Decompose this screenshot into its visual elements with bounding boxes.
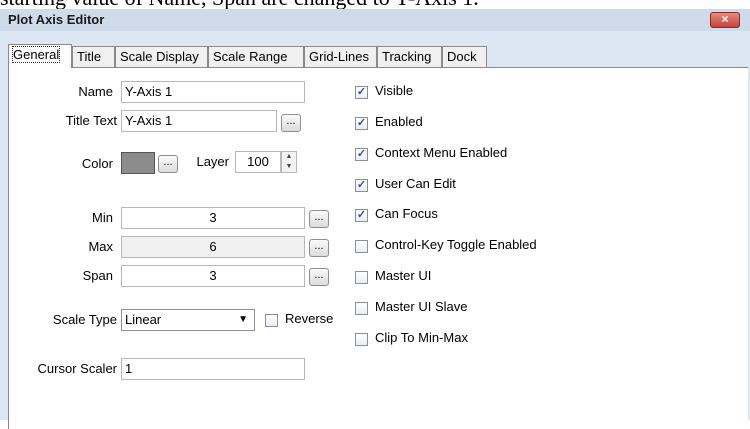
master-ui-slave-checkbox[interactable]: [355, 302, 368, 315]
reverse-label: Reverse: [285, 311, 334, 326]
dropdown-arrow-icon: ▼: [238, 314, 248, 325]
cursor-scaler-label: Cursor Scaler: [37, 361, 117, 376]
name-field[interactable]: Y-Axis 1: [121, 81, 305, 103]
user-can-edit-label: User Can Edit: [375, 176, 456, 191]
min-label: Min: [92, 210, 113, 225]
max-browse-button[interactable]: ...: [309, 239, 329, 257]
reverse-checkbox[interactable]: [265, 314, 278, 327]
clip-to-min-max-label: Clip To Min-Max: [375, 330, 468, 345]
max-field: 6: [121, 236, 305, 258]
spin-down-icon[interactable]: ▼: [282, 162, 296, 172]
scale-type-label: Scale Type: [52, 312, 117, 327]
min-field[interactable]: 3: [121, 207, 305, 229]
window-title: Plot Axis Editor: [8, 12, 105, 27]
context-menu-enabled-checkbox[interactable]: ✓: [355, 148, 368, 161]
context-menu-enabled-label: Context Menu Enabled: [375, 145, 508, 160]
close-button[interactable]: ×: [710, 12, 740, 28]
layer-spinner[interactable]: ▲ ▼: [281, 151, 297, 173]
name-label: Name: [78, 84, 113, 99]
title-bar: Plot Axis Editor ×: [0, 9, 750, 31]
layer-label: Layer: [196, 154, 229, 169]
title-text-field[interactable]: Y-Axis 1: [121, 110, 277, 132]
title-text-label: Title Text: [65, 113, 117, 128]
color-browse-button[interactable]: ...: [158, 155, 178, 173]
user-can-edit-checkbox[interactable]: ✓: [355, 179, 368, 192]
span-field[interactable]: 3: [121, 265, 305, 287]
tab-dock[interactable]: Dock: [442, 46, 487, 67]
span-browse-button[interactable]: ...: [309, 268, 329, 286]
color-label: Color: [81, 156, 113, 171]
layer-field[interactable]: 100: [235, 151, 281, 173]
tab-scale-display[interactable]: Scale Display: [115, 46, 208, 67]
plot-axis-editor-window: Plot Axis Editor × General Title Scale D…: [0, 9, 750, 429]
control-key-toggle-enabled-label: Control-Key Toggle Enabled: [375, 237, 537, 252]
clip-to-min-max-checkbox[interactable]: [355, 333, 368, 346]
can-focus-label: Can Focus: [375, 206, 438, 221]
visible-label: Visible: [375, 83, 414, 98]
general-panel: Name Y-Axis 1 Title Text Y-Axis 1 ... Co…: [8, 67, 748, 429]
min-browse-button[interactable]: ...: [309, 210, 329, 228]
enabled-checkbox[interactable]: ✓: [355, 117, 368, 130]
cursor-scaler-field[interactable]: 1: [121, 358, 305, 380]
visible-checkbox[interactable]: ✓: [355, 86, 368, 99]
max-label: Max: [88, 239, 113, 254]
tab-grid-lines[interactable]: Grid-Lines: [304, 46, 377, 67]
tab-general[interactable]: General: [8, 44, 72, 68]
tab-scale-range[interactable]: Scale Range: [208, 46, 304, 67]
can-focus-checkbox[interactable]: ✓: [355, 209, 368, 222]
enabled-label: Enabled: [375, 114, 423, 129]
spin-up-icon[interactable]: ▲: [282, 152, 296, 162]
color-swatch[interactable]: [121, 152, 155, 174]
master-ui-checkbox[interactable]: [355, 271, 368, 284]
caption-strip: starting value of Name, Span are changed…: [0, 0, 750, 9]
tab-title[interactable]: Title: [72, 46, 115, 67]
close-icon: ×: [721, 12, 729, 26]
control-key-toggle-enabled-checkbox[interactable]: [355, 240, 368, 253]
caption-text: starting value of Name, Span are changed…: [0, 0, 750, 9]
title-text-browse-button[interactable]: ...: [281, 114, 301, 132]
span-label: Span: [82, 268, 113, 283]
tab-tracking[interactable]: Tracking: [377, 46, 442, 67]
master-ui-label: Master UI: [375, 268, 432, 283]
master-ui-slave-label: Master UI Slave: [375, 299, 468, 314]
scale-type-select[interactable]: Linear ▼: [121, 309, 255, 331]
